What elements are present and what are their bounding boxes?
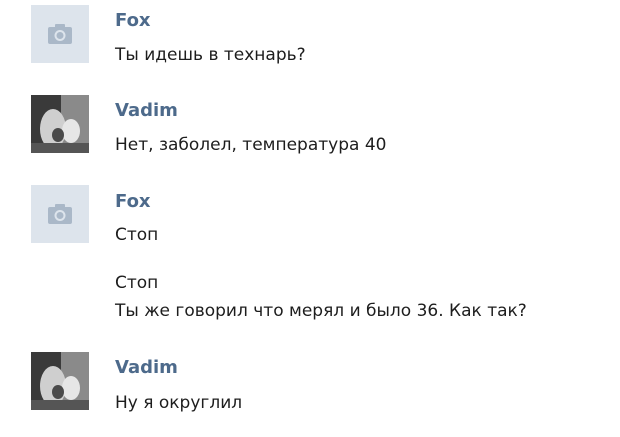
user-photo-icon [31,352,89,410]
message-text: Стоп [115,225,159,245]
message-text: Нет, заболел, температура 40 [115,135,387,155]
avatar-photo[interactable] [31,95,89,153]
camera-icon [48,204,72,224]
message-author[interactable]: Fox [115,191,151,213]
message-text: Ну я округлил [115,393,243,413]
chat-history: Fox Ты идешь в технарь? Vadim Нет, забол… [0,0,620,437]
message-text: Ты же говорил что мерял и было 36. Как т… [115,301,527,321]
message-author[interactable]: Vadim [115,357,178,379]
message-author[interactable]: Fox [115,10,151,32]
message-text: Ты идешь в технарь? [115,45,306,65]
message-text: Стоп [115,273,159,293]
user-photo-icon [31,95,89,153]
avatar-photo[interactable] [31,352,89,410]
avatar-placeholder[interactable] [31,185,89,243]
camera-icon [48,24,72,44]
message-author[interactable]: Vadim [115,100,178,122]
avatar-placeholder[interactable] [31,5,89,63]
